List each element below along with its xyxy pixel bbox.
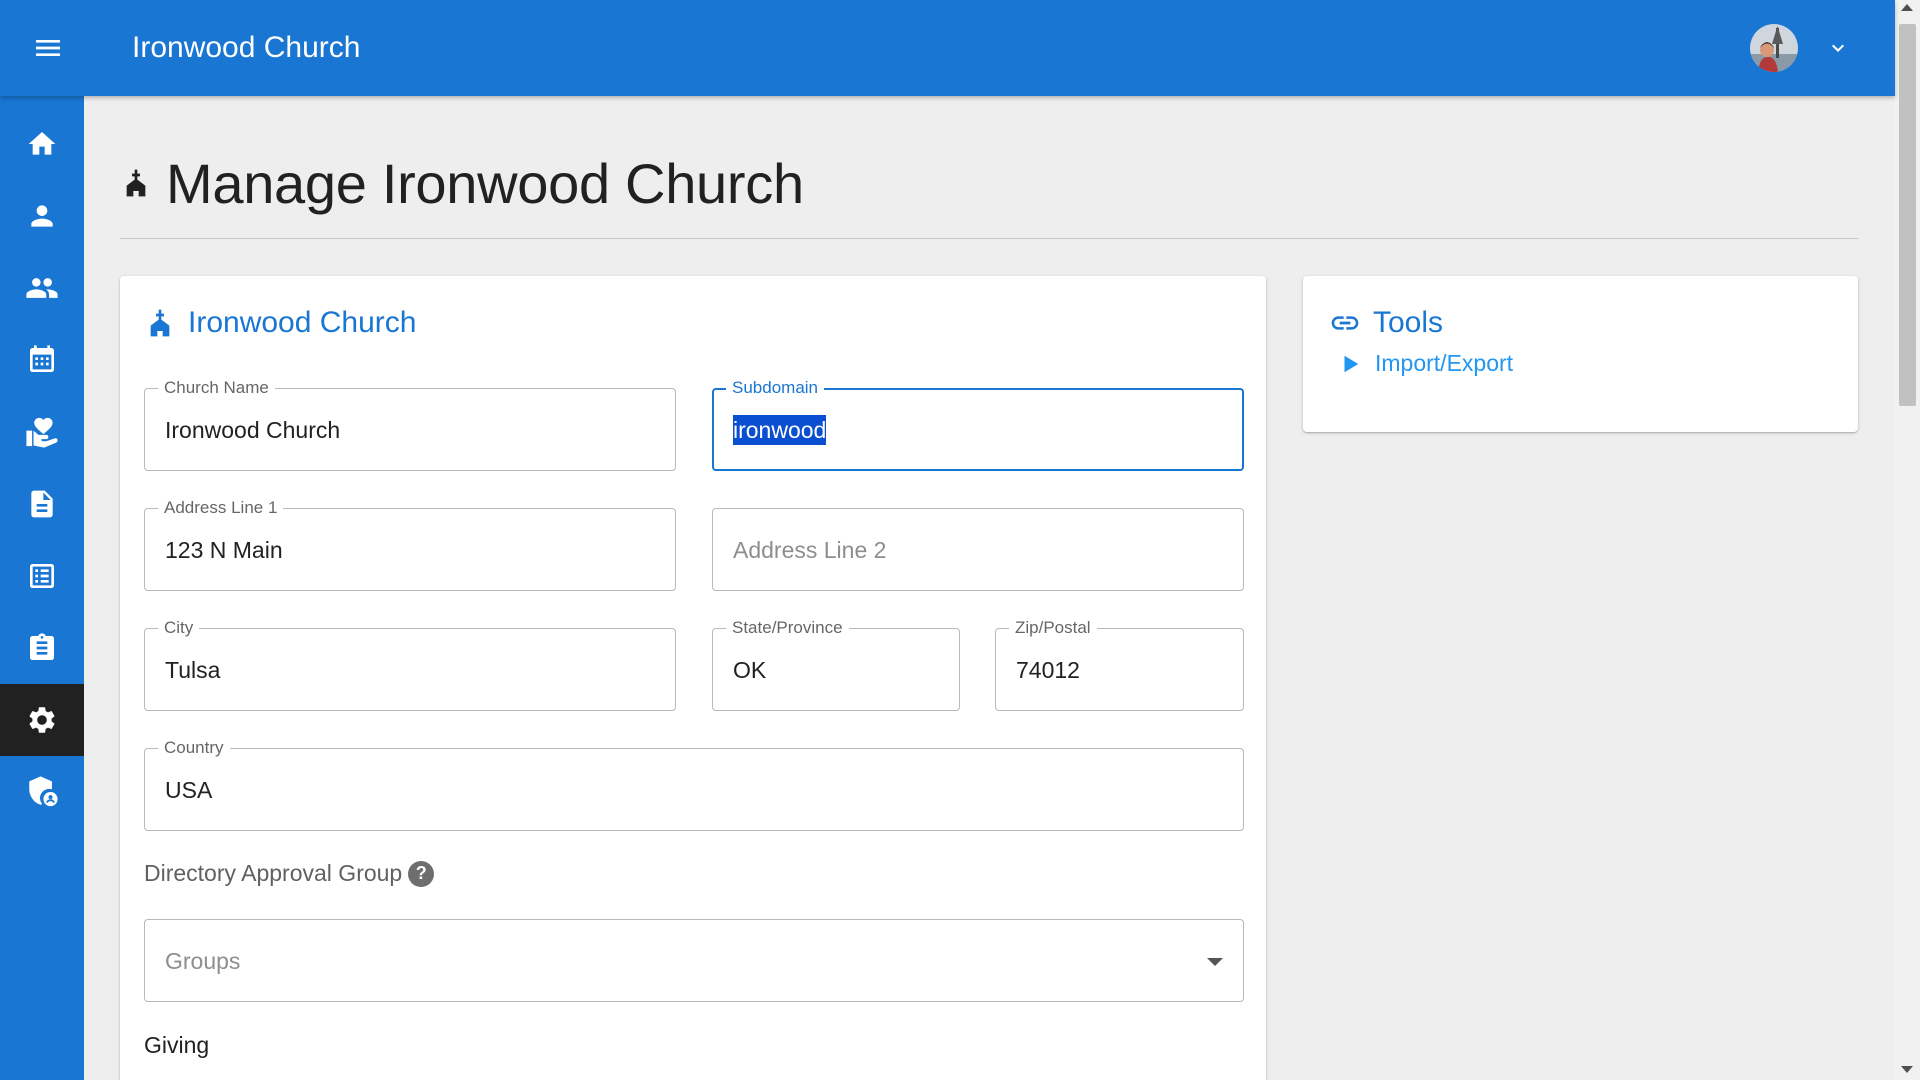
sidebar-item-volunteer[interactable] xyxy=(0,396,84,468)
home-icon xyxy=(28,132,56,155)
country-field[interactable]: Country USA xyxy=(144,737,1244,831)
scroll-down-arrow-icon[interactable] xyxy=(1901,1066,1913,1073)
avatar-photo xyxy=(1750,24,1798,72)
address-line-1-label: Address Line 1 xyxy=(158,497,284,519)
zip-value: 74012 xyxy=(1016,657,1080,683)
state-label: State/Province xyxy=(726,617,849,639)
state-value: OK xyxy=(733,657,767,683)
admin-shield-icon xyxy=(29,776,58,807)
church-settings-card: Ironwood Church Church Name Ironwood Chu… xyxy=(120,276,1266,1080)
app-bar: Ironwood Church xyxy=(0,0,1895,96)
calendar-icon xyxy=(30,345,54,372)
subdomain-value: ironwood xyxy=(733,415,827,445)
tools-card-title: Tools xyxy=(1373,306,1444,339)
page-divider xyxy=(120,238,1858,239)
directory-approval-heading: Directory Approval Group ? xyxy=(144,860,435,887)
address-line-2-placeholder: Address Line 2 xyxy=(733,537,887,563)
subdomain-field[interactable]: Subdomain ironwood xyxy=(712,377,1244,471)
page-title: Manage Ironwood Church xyxy=(166,151,804,215)
giving-heading: Giving xyxy=(144,1032,210,1058)
volunteer-hand-heart-icon xyxy=(26,417,58,448)
church-card-title: Ironwood Church xyxy=(188,306,417,339)
zip-field[interactable]: Zip/Postal 74012 xyxy=(995,617,1244,711)
sidebar-item-home[interactable] xyxy=(0,108,84,180)
sidebar-item-people[interactable] xyxy=(0,252,84,324)
scroll-up-arrow-icon[interactable] xyxy=(1901,4,1913,11)
sidebar-item-calendar[interactable] xyxy=(0,324,84,396)
document-icon xyxy=(31,490,53,518)
sidebar-nav xyxy=(0,96,84,1080)
country-label: Country xyxy=(158,737,230,759)
church-card-header: Ironwood Church xyxy=(144,306,416,340)
directory-approval-label: Directory Approval Group xyxy=(144,860,403,886)
play-arrow-icon xyxy=(1344,355,1359,372)
gear-icon xyxy=(29,707,55,733)
church-icon xyxy=(126,169,146,197)
country-value: USA xyxy=(165,777,213,803)
address-line-1-value: 123 N Main xyxy=(165,537,283,563)
groups-select[interactable]: Groups xyxy=(144,919,1244,1002)
page-header: Manage Ironwood Church xyxy=(120,148,804,218)
list-icon xyxy=(30,564,54,588)
person-icon xyxy=(31,205,53,227)
sidebar-item-settings[interactable] xyxy=(0,684,84,756)
app-title: Ironwood Church xyxy=(132,31,361,64)
church-name-field[interactable]: Church Name Ironwood Church xyxy=(144,377,676,471)
user-menu-chevron[interactable] xyxy=(1822,32,1854,64)
help-icon[interactable]: ? xyxy=(408,860,435,887)
city-label: City xyxy=(158,617,200,639)
dropdown-arrow-icon xyxy=(1207,958,1223,966)
tools-card: Tools Import/Export xyxy=(1303,276,1858,432)
state-field[interactable]: State/Province OK xyxy=(712,617,960,711)
sidebar-item-admin[interactable] xyxy=(0,756,84,828)
clipboard-icon xyxy=(30,633,54,660)
chevron-down-icon xyxy=(1832,44,1844,52)
church-name-value: Ironwood Church xyxy=(165,417,341,443)
zip-label: Zip/Postal xyxy=(1009,617,1097,639)
sidebar-item-person[interactable] xyxy=(0,180,84,252)
sidebar-item-documents[interactable] xyxy=(0,468,84,540)
hamburger-menu-icon xyxy=(36,40,60,56)
user-avatar[interactable] xyxy=(1750,24,1798,72)
menu-button[interactable] xyxy=(20,20,76,76)
people-icon xyxy=(26,278,58,298)
address-line-2-field[interactable]: Address Line 2 xyxy=(712,508,1244,591)
tools-card-header: Tools xyxy=(1329,306,1443,340)
church-icon xyxy=(150,309,170,337)
sidebar-item-forms[interactable] xyxy=(0,612,84,684)
church-name-label: Church Name xyxy=(158,377,275,399)
import-export-link[interactable]: Import/Export xyxy=(1339,350,1513,377)
address-line-1-field[interactable]: Address Line 1 123 N Main xyxy=(144,497,676,591)
link-icon xyxy=(1331,316,1359,330)
page-scrollbar[interactable] xyxy=(1895,0,1920,1080)
sidebar-item-lists[interactable] xyxy=(0,540,84,612)
subdomain-label: Subdomain xyxy=(726,377,825,399)
scroll-thumb[interactable] xyxy=(1899,24,1916,406)
import-export-label: Import/Export xyxy=(1375,350,1514,376)
groups-placeholder: Groups xyxy=(165,948,241,974)
city-field[interactable]: City Tulsa xyxy=(144,617,676,711)
city-value: Tulsa xyxy=(165,657,221,683)
